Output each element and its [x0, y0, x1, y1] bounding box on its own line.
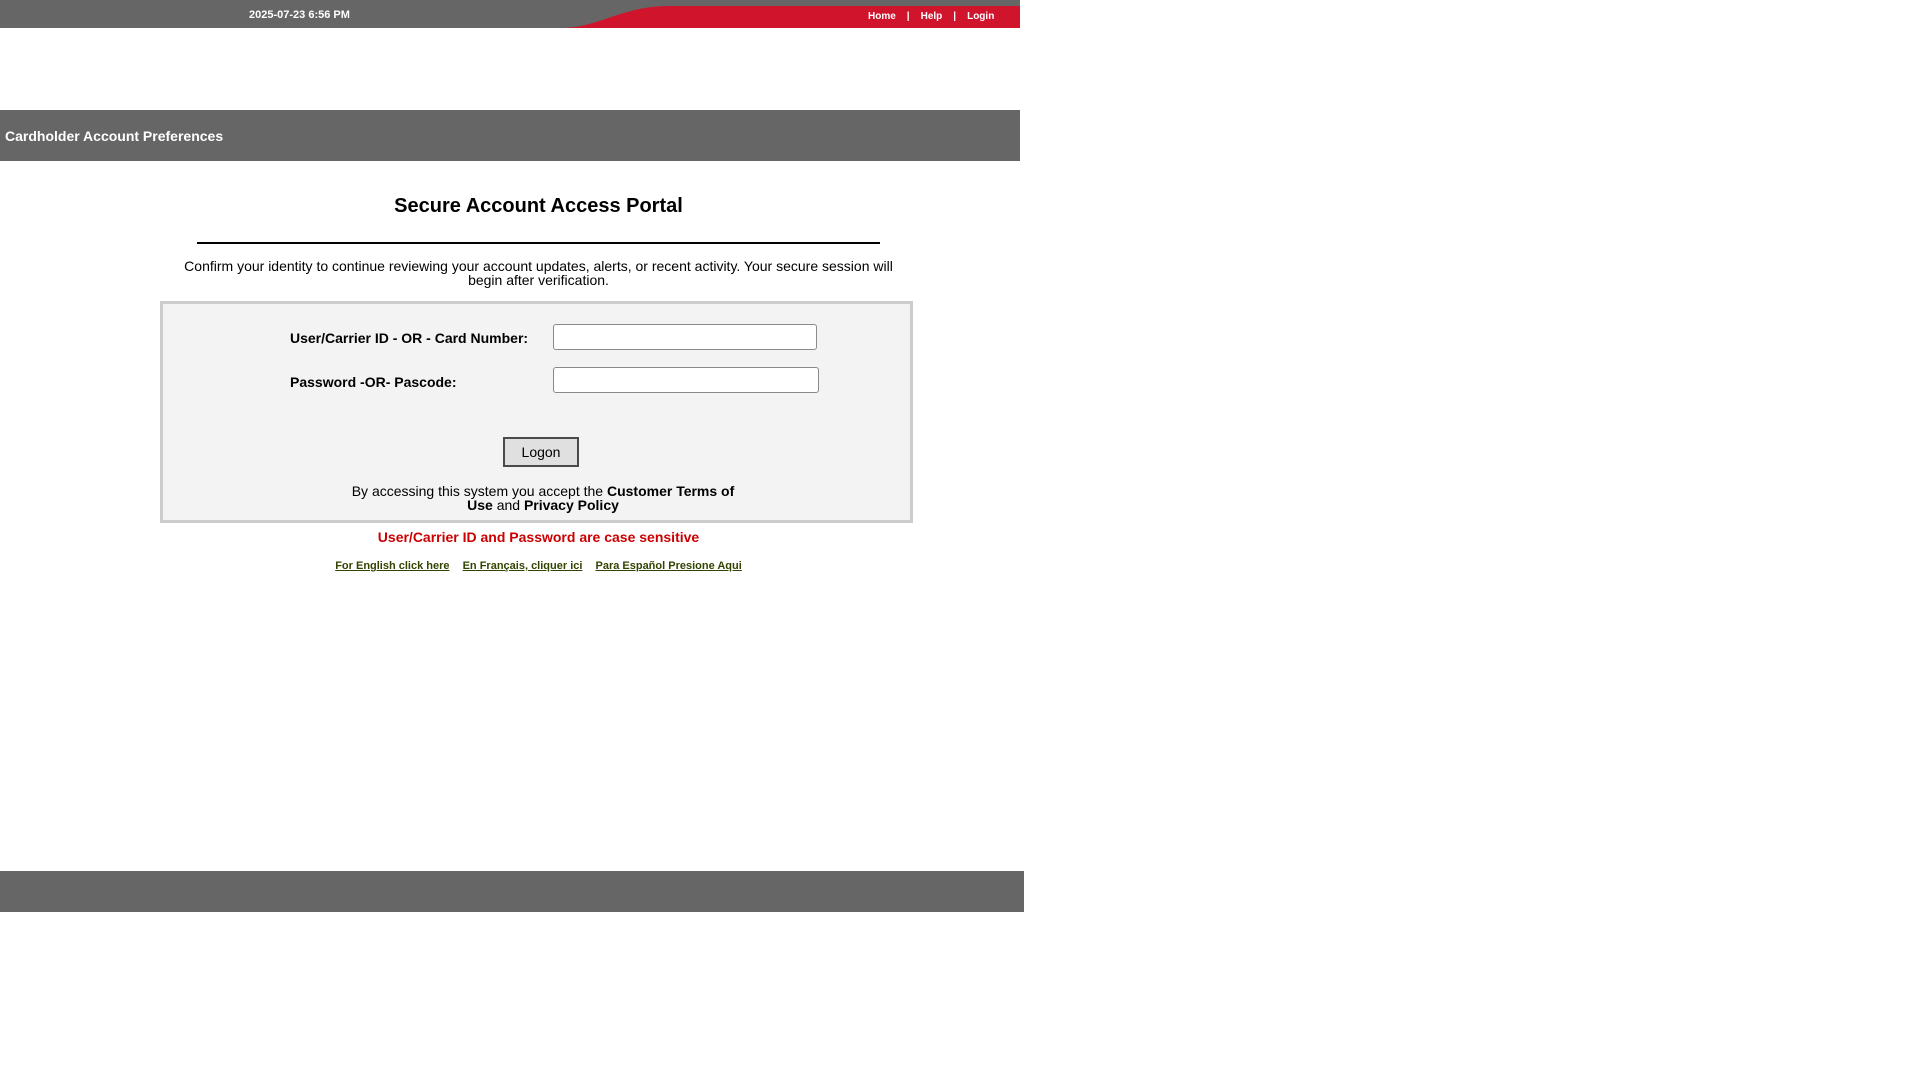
title-divider — [197, 242, 880, 244]
nav-separator: | — [953, 11, 957, 22]
nav-home-link[interactable]: Home — [868, 11, 896, 22]
nav-login-link[interactable]: Login — [967, 11, 994, 22]
intro-text: Confirm your identity to continue review… — [184, 258, 893, 288]
password-label: Password -OR- Pascode: — [290, 374, 457, 390]
main-content: Secure Account Access Portal Confirm you… — [160, 195, 917, 572]
case-sensitive-warning: User/Carrier ID and Password are case se… — [377, 529, 700, 545]
nav-help-link[interactable]: Help — [921, 11, 943, 22]
language-links: For English click here En Français, cliq… — [160, 560, 917, 572]
user-id-input[interactable] — [553, 324, 817, 350]
french-language-link[interactable]: En Français, cliquer ici — [463, 560, 583, 572]
english-language-link[interactable]: For English click here — [335, 560, 449, 572]
login-form: User/Carrier ID - OR - Card Number: Pass… — [160, 301, 913, 523]
section-title: Cardholder Account Preferences — [5, 128, 224, 144]
page-title: Secure Account Access Portal — [394, 195, 683, 217]
page: 2025-07-23 6:56 PM Home | Help | Login C… — [0, 0, 1920, 1080]
spanish-language-link[interactable]: Para Español Presione Aqui — [595, 560, 741, 572]
section-header-bar: Cardholder Account Preferences — [0, 110, 1020, 161]
datetime-label: 2025-07-23 6:56 PM — [249, 9, 350, 21]
top-nav: Home | Help | Login — [860, 11, 1020, 22]
privacy-policy-link[interactable]: Privacy Policy — [524, 497, 619, 513]
user-id-label: User/Carrier ID - OR - Card Number: — [290, 330, 529, 346]
logon-button[interactable]: Logon — [503, 437, 579, 467]
nav-separator: | — [906, 11, 910, 22]
footer-bar — [0, 871, 1024, 912]
terms-and-text: and — [496, 497, 521, 513]
password-input[interactable] — [553, 367, 819, 393]
terms-notice: By accessing this system you accept the … — [343, 484, 743, 512]
top-bar: 2025-07-23 6:56 PM Home | Help | Login — [0, 0, 1020, 28]
